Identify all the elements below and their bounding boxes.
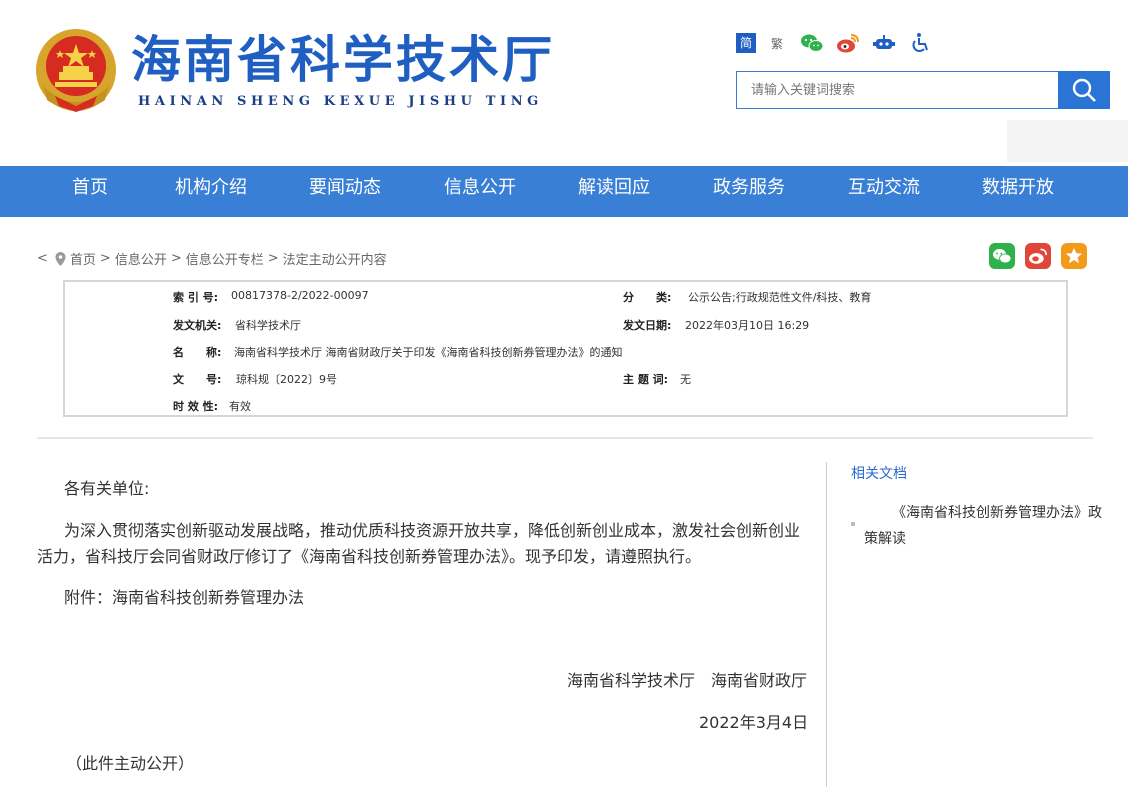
breadcrumb-separator: >: [99, 251, 111, 266]
nav-item-news[interactable]: 要闻动态: [309, 166, 381, 217]
related-doc-bullet: [851, 522, 855, 526]
accessibility-icon[interactable]: [907, 30, 933, 56]
breadcrumb-disclosure-column[interactable]: 信息公开专栏: [186, 249, 264, 268]
name-value: 海南省科学技术厅 海南省财政厅关于印发《海南省科技创新券管理办法》的通知: [234, 346, 623, 359]
related-doc-link[interactable]: 《海南省科技创新券管理办法》政策解读: [864, 500, 1104, 552]
validity-label: 时 效 性:: [173, 400, 219, 413]
breadcrumb: < 首页 > 信息公开 > 信息公开专栏 > 法定主动公开内容: [37, 249, 387, 268]
search-button[interactable]: [1058, 71, 1110, 109]
wechat-icon[interactable]: [799, 30, 825, 56]
share-toolbar: [989, 243, 1097, 269]
breadcrumb-separator: >: [267, 251, 279, 266]
content-divider: [37, 437, 1093, 439]
keyword-value: 无: [680, 373, 691, 386]
robot-icon[interactable]: [871, 30, 897, 56]
related-docs-title: 相关文档: [851, 466, 907, 482]
search-box: [736, 71, 1058, 109]
site-header: 海南省科学技术厅 HAINAN SHENG KEXUE JISHU TING 简…: [0, 0, 1128, 166]
nav-item-interpretation[interactable]: 解读回应: [578, 166, 650, 217]
traditional-chinese-button[interactable]: 繁: [771, 35, 783, 52]
national-emblem-icon: [36, 29, 116, 112]
nav-item-services[interactable]: 政务服务: [713, 166, 785, 217]
category-label: 分 类:: [623, 291, 672, 304]
sidebar-divider: [826, 462, 827, 787]
breadcrumb-separator: >: [170, 251, 182, 266]
breadcrumb-back-arrow[interactable]: <: [37, 251, 48, 266]
search-icon: [1072, 78, 1096, 102]
location-pin-icon: [55, 251, 66, 266]
doc-number-label: 文 号:: [173, 373, 222, 386]
article-date: 2022年3月4日: [699, 713, 809, 732]
validity-value: 有效: [229, 400, 251, 413]
document-info-table: 索 引 号: 00817378-2/2022-00097 分 类: 公示公告;行…: [63, 280, 1068, 417]
date-value: 2022年03月10日 16:29: [685, 319, 810, 332]
site-title: 海南省科学技术厅: [131, 31, 555, 89]
top-toolbar: 简 繁: [736, 30, 943, 56]
issuer-label: 发文机关:: [173, 319, 222, 332]
date-label: 发文日期:: [623, 319, 672, 332]
nav-item-disclosure[interactable]: 信息公开: [444, 166, 516, 217]
simplified-chinese-button[interactable]: 简: [736, 33, 756, 53]
main-nav: 首页 机构介绍 要闻动态 信息公开 解读回应 政务服务 互动交流 数据开放: [0, 166, 1128, 217]
article-attachment: 附件：海南省科技创新券管理办法: [64, 588, 305, 607]
article-salutation: 各有关单位:: [64, 479, 150, 498]
keyword-label: 主 题 词:: [623, 373, 669, 386]
nav-item-about[interactable]: 机构介绍: [175, 166, 247, 217]
favorite-star-icon[interactable]: [1061, 243, 1087, 269]
article-body-line-2: 活力，省科技厅会同省财政厅修订了《海南省科技创新券管理办法》。现予印发，请遵照执…: [37, 547, 702, 566]
breadcrumb-home[interactable]: 首页: [70, 249, 96, 268]
weibo-icon[interactable]: [835, 30, 861, 56]
header-placeholder-block: [1007, 120, 1128, 162]
breadcrumb-disclosure[interactable]: 信息公开: [115, 249, 167, 268]
share-weibo-icon[interactable]: [1025, 243, 1051, 269]
search-input[interactable]: [737, 72, 1058, 108]
article-disclosure-note: （此件主动公开）: [66, 754, 195, 773]
index-label: 索 引 号:: [173, 291, 219, 304]
breadcrumb-current[interactable]: 法定主动公开内容: [283, 249, 387, 268]
nav-item-interaction[interactable]: 互动交流: [848, 166, 920, 217]
article-signature: 海南省科学技术厅 海南省财政厅: [567, 671, 808, 690]
doc-number-value: 琼科规〔2022〕9号: [236, 373, 337, 386]
nav-item-home[interactable]: 首页: [72, 166, 108, 217]
nav-item-open-data[interactable]: 数据开放: [982, 166, 1054, 217]
issuer-value: 省科学技术厅: [235, 319, 301, 332]
index-value: 00817378-2/2022-00097: [231, 289, 369, 302]
name-label: 名 称:: [173, 346, 222, 359]
article-body-line-1: 为深入贯彻落实创新驱动发展战略，推动优质科技资源开放共享，降低创新创业成本，激发…: [64, 521, 801, 540]
site-subtitle: HAINAN SHENG KEXUE JISHU TING: [138, 94, 543, 109]
share-wechat-icon[interactable]: [989, 243, 1015, 269]
category-value: 公示公告;行政规范性文件/科技、教育: [688, 291, 872, 304]
